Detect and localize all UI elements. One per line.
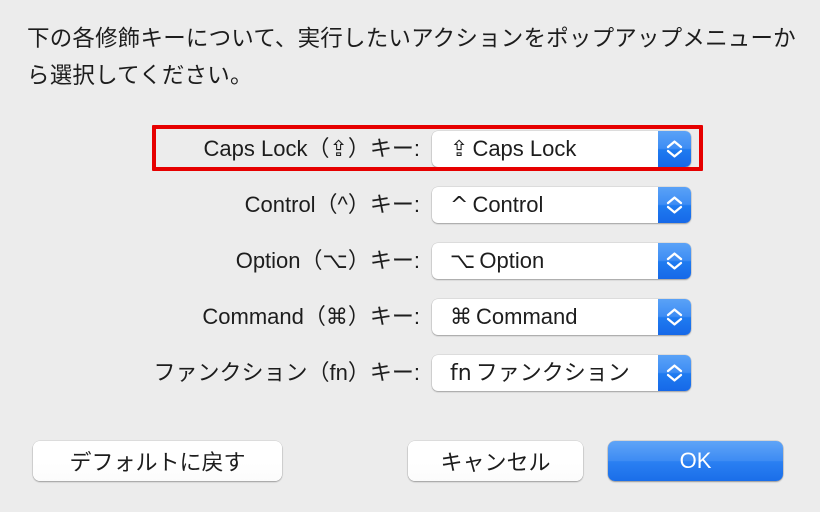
dialog-description: 下の各修飾キーについて、実行したいアクションをポップアップメニューから選択してく…	[27, 26, 796, 88]
popup-menu-control[interactable]: ^ Control	[432, 187, 691, 223]
chevron-down-icon	[666, 261, 683, 270]
stepper-function[interactable]	[658, 355, 691, 391]
row-function: ファンクション（fn）キー: fn ファンクション	[0, 355, 820, 391]
popup-menu-option[interactable]: ⌥ Option	[432, 243, 691, 279]
restore-defaults-button[interactable]: デフォルトに戻す	[33, 441, 282, 481]
control-symbol-icon: ^	[450, 192, 469, 218]
chevron-up-icon	[666, 308, 683, 317]
stepper-option[interactable]	[658, 243, 691, 279]
label-control: Control（^）キー:	[244, 192, 420, 217]
row-command: Command（⌘）キー: ⌘ Command	[0, 299, 820, 335]
popup-value-control: ^ Control	[432, 187, 658, 224]
caps-lock-symbol-icon: ⇪	[450, 136, 469, 162]
popup-value-text-function: ファンクション	[475, 359, 630, 385]
ok-button[interactable]: OK	[608, 441, 783, 481]
label-command: Command（⌘）キー:	[202, 304, 420, 329]
chevron-up-icon	[666, 364, 683, 373]
popup-menu-command[interactable]: ⌘ Command	[432, 299, 691, 335]
chevron-down-icon	[666, 205, 683, 214]
row-option: Option（⌥）キー: ⌥ Option	[0, 243, 820, 279]
popup-value-text-option: Option	[479, 247, 545, 273]
popup-value-option: ⌥ Option	[432, 243, 658, 280]
cancel-button[interactable]: キャンセル	[408, 441, 583, 481]
stepper-command[interactable]	[658, 299, 691, 335]
option-symbol-icon: ⌥	[450, 248, 476, 274]
fn-symbol-icon: fn	[450, 360, 472, 386]
label-option: Option（⌥）キー:	[235, 248, 420, 273]
popup-menu-function[interactable]: fn ファンクション	[432, 355, 691, 391]
chevron-down-icon	[666, 149, 683, 158]
chevron-up-icon	[666, 140, 683, 149]
modifier-key-rows: Caps Lock（⇪）キー: ⇪ Caps Lock Control（^）キー:…	[0, 131, 820, 411]
label-function: ファンクション（fn）キー:	[153, 360, 420, 385]
popup-value-text-control: Control	[472, 191, 544, 217]
popup-value-function: fn ファンクション	[432, 355, 658, 392]
stepper-control[interactable]	[658, 187, 691, 223]
row-control: Control（^）キー: ^ Control	[0, 187, 820, 223]
chevron-down-icon	[666, 317, 683, 326]
chevron-up-icon	[666, 196, 683, 205]
stepper-caps-lock[interactable]	[658, 131, 691, 167]
row-caps-lock: Caps Lock（⇪）キー: ⇪ Caps Lock	[0, 131, 820, 167]
popup-menu-caps-lock[interactable]: ⇪ Caps Lock	[432, 131, 691, 167]
popup-value-command: ⌘ Command	[432, 299, 658, 336]
chevron-up-icon	[666, 252, 683, 261]
popup-value-text-caps-lock: Caps Lock	[472, 135, 577, 161]
popup-value-text-command: Command	[476, 303, 578, 329]
chevron-down-icon	[666, 373, 683, 382]
label-caps-lock: Caps Lock（⇪）キー:	[203, 136, 421, 161]
popup-value-caps-lock: ⇪ Caps Lock	[432, 131, 658, 168]
command-symbol-icon: ⌘	[450, 304, 472, 330]
